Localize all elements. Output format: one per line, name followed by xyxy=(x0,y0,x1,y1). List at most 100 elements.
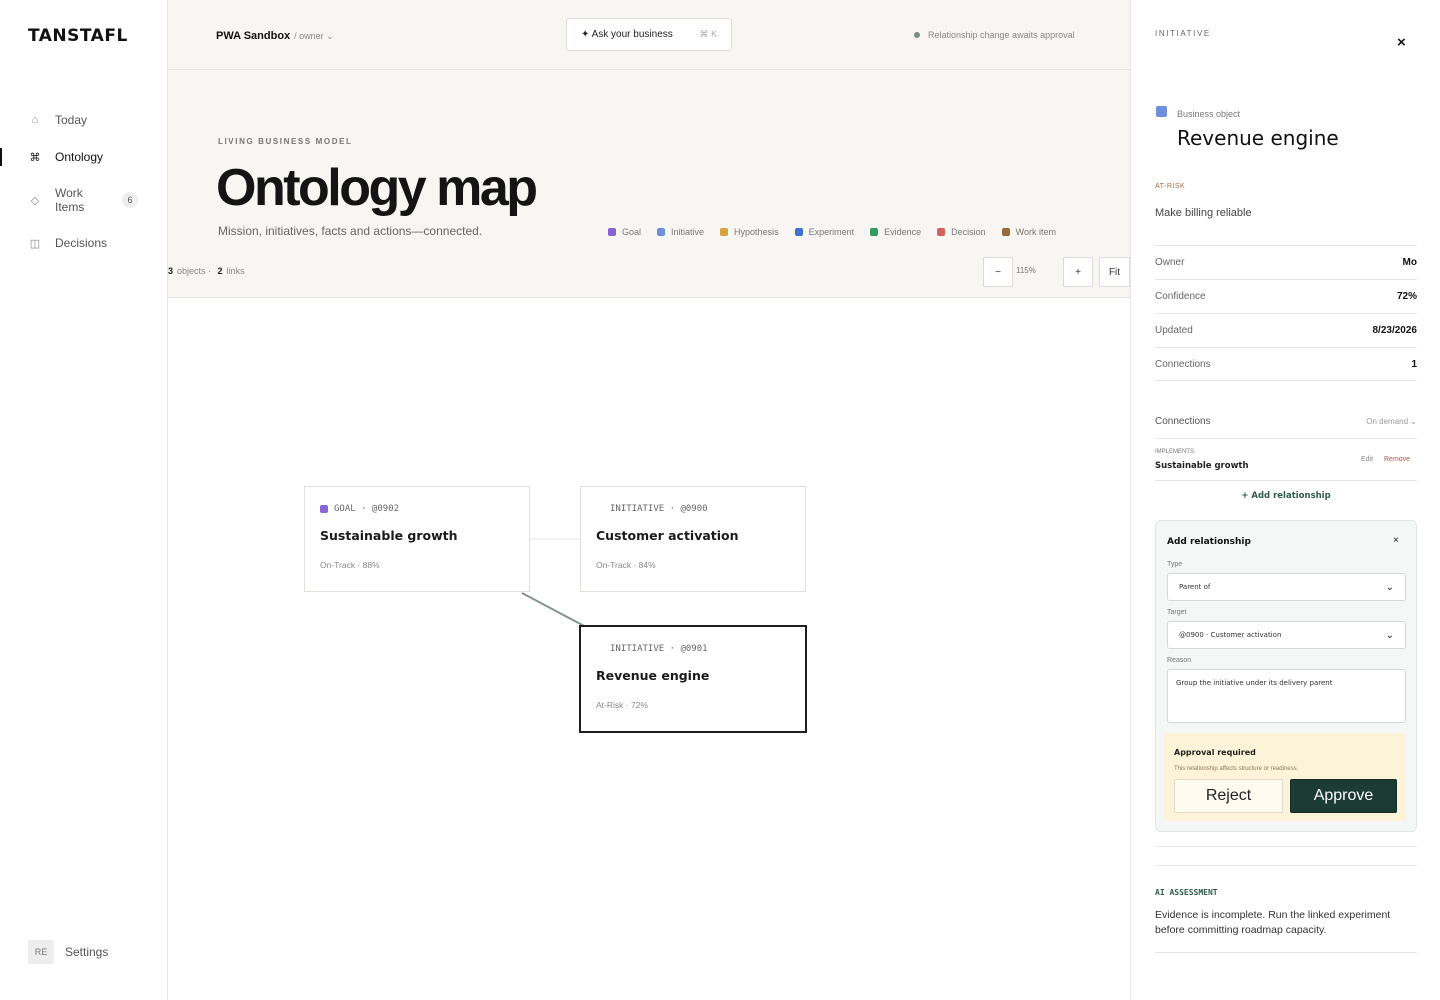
legend-item-initiative[interactable]: Initiative xyxy=(657,227,704,237)
keyboard-shortcut: ⌘ K xyxy=(699,29,717,39)
objects-count: 3 xyxy=(168,266,174,276)
relationship-type-select[interactable]: Parent of ⌄ xyxy=(1167,573,1406,601)
field-owner: Owner Mo xyxy=(1155,245,1417,279)
page-title: Ontology map xyxy=(216,159,538,217)
ai-assessment-text: Evidence is incomplete. Run the linked e… xyxy=(1155,909,1391,936)
command-icon: ⌘ xyxy=(29,151,41,164)
object-description: Make billing reliable xyxy=(1155,207,1252,219)
workspace-name: PWA Sandbox xyxy=(216,30,291,42)
relationship-target[interactable]: Sustainable growth xyxy=(1155,461,1249,471)
swatch-icon xyxy=(720,228,729,236)
links-count: 2 xyxy=(217,266,223,276)
edge-goal-to-revenue-engine[interactable] xyxy=(521,592,587,628)
node-revenue-engine[interactable]: INITIATIVE · @0901 Revenue engine At-Ris… xyxy=(579,625,807,733)
fit-button[interactable]: Fit xyxy=(1099,257,1130,287)
zoom-in-button[interactable]: + xyxy=(1063,257,1093,287)
sidebar-item-label: Work Items xyxy=(55,186,85,214)
settings-label: Settings xyxy=(65,945,109,959)
panel-kicker: INITIATIVE xyxy=(1155,29,1211,38)
status-text: Relationship change awaits approval xyxy=(928,30,1075,40)
workspace-switcher[interactable]: PWA Sandbox / owner ⌄ xyxy=(216,30,334,42)
close-form-button[interactable]: × xyxy=(1393,535,1399,546)
add-relationship-link[interactable]: + Add relationship xyxy=(1155,491,1417,501)
remove-relationship-button[interactable]: Remove xyxy=(1384,456,1410,463)
relationship-type: IMPLEMENTS xyxy=(1155,449,1195,455)
goal-swatch-icon xyxy=(320,505,328,513)
node-status: At-Risk · 72% xyxy=(596,700,648,710)
swatch-icon xyxy=(608,228,616,236)
node-title: Customer activation xyxy=(596,528,739,543)
page-subtitle: Mission, initiatives, facts and actions—… xyxy=(218,224,483,238)
field-confidence: Confidence 72% xyxy=(1155,279,1417,313)
connections-header: Connections On demand ⌄ xyxy=(1155,405,1417,439)
links-label: links xyxy=(226,266,245,276)
ask-business-button[interactable]: ✦ Ask your business ⌘ K xyxy=(566,18,732,51)
swatch-icon xyxy=(1001,228,1010,236)
connections-sort-dropdown[interactable]: On demand ⌄ xyxy=(1366,417,1417,426)
object-type-swatch-icon xyxy=(1156,106,1167,117)
ontology-canvas[interactable]: GOAL · @0902 Sustainable growth On-Track… xyxy=(168,297,1130,1000)
top-bar: PWA Sandbox / owner ⌄ ✦ Ask your business… xyxy=(168,0,1130,70)
legend-item-evidence[interactable]: Evidence xyxy=(870,227,921,237)
node-meta: INITIATIVE · @0901 xyxy=(596,644,708,654)
swatch-icon xyxy=(937,228,946,236)
node-customer-activation[interactable]: INITIATIVE · @0900 Customer activation O… xyxy=(580,486,806,592)
zoom-out-button[interactable]: − xyxy=(983,257,1013,287)
type-legend: Goal Initiative Hypothesis Experiment Ev… xyxy=(608,227,1072,237)
legend-item-work-item[interactable]: Work item xyxy=(1001,227,1056,237)
connections-label: Connections xyxy=(1155,416,1211,427)
node-title: Revenue engine xyxy=(596,668,710,683)
main-area: PWA Sandbox / owner ⌄ ✦ Ask your business… xyxy=(168,0,1130,1000)
reason-label: Reason xyxy=(1167,657,1192,664)
legend-item-experiment[interactable]: Experiment xyxy=(794,227,854,237)
swatch-icon xyxy=(870,228,879,236)
sidebar-item-today[interactable]: ⌂ Today xyxy=(28,113,87,127)
edit-relationship-button[interactable]: Edit xyxy=(1361,456,1373,463)
app-logo[interactable]: TANSTAFL xyxy=(28,26,128,46)
sidebar-item-ontology[interactable]: ⌘ Ontology xyxy=(28,150,104,164)
sidebar-item-work-items[interactable]: ◇ Work Items xyxy=(28,186,85,214)
target-label: Target xyxy=(1167,609,1187,616)
approve-button[interactable]: Approve xyxy=(1290,779,1397,813)
relationship-row: IMPLEMENTS Sustainable growth Edit Remov… xyxy=(1155,447,1417,481)
sidebar-item-decisions[interactable]: ◫ Decisions xyxy=(28,236,107,250)
legend-item-hypothesis[interactable]: Hypothesis xyxy=(720,227,779,237)
workspace-role: / owner ⌄ xyxy=(294,31,334,41)
legend-item-goal[interactable]: Goal xyxy=(608,227,641,237)
divider xyxy=(1155,846,1417,847)
type-label: Type xyxy=(1167,561,1183,568)
object-title: Revenue engine xyxy=(1177,126,1339,150)
add-relationship-form: Add relationship × Type Parent of ⌄ Targe… xyxy=(1155,520,1417,832)
reason-textarea[interactable]: Group the initiative under its delivery … xyxy=(1167,669,1406,723)
legend-item-decision[interactable]: Decision xyxy=(937,227,986,237)
ask-label: ✦ Ask your business xyxy=(581,29,673,40)
node-status: On-Track · 88% xyxy=(320,560,380,570)
objects-label: objects · xyxy=(177,266,212,276)
node-sustainable-growth[interactable]: GOAL · @0902 Sustainable growth On-Track… xyxy=(304,486,530,592)
settings-link[interactable]: RE Settings xyxy=(28,940,108,964)
divider xyxy=(1155,865,1417,866)
sidebar-item-label: Today xyxy=(55,113,88,127)
relationship-target-select[interactable]: @0900 · Customer activation ⌄ xyxy=(1167,621,1406,649)
status-dot-icon xyxy=(914,32,920,38)
field-updated: Updated 8/23/2026 xyxy=(1155,313,1417,347)
home-icon: ⌂ xyxy=(31,114,39,126)
book-icon: ◫ xyxy=(29,237,41,250)
object-type-label: Business object xyxy=(1177,109,1241,119)
field-connections: Connections 1 xyxy=(1155,347,1417,381)
detail-panel: INITIATIVE × Business object Revenue eng… xyxy=(1130,0,1440,1000)
close-panel-button[interactable]: × xyxy=(1397,34,1406,51)
node-meta: GOAL · @0902 xyxy=(320,504,399,514)
risk-badge: AT-RISK xyxy=(1155,183,1186,190)
avatar: RE xyxy=(28,940,54,964)
swatch-icon xyxy=(657,228,666,236)
form-title: Add relationship xyxy=(1167,537,1251,547)
initiative-swatch-icon xyxy=(596,645,604,653)
approval-title: Approval required xyxy=(1174,748,1256,757)
reject-button[interactable]: Reject xyxy=(1174,779,1283,813)
swatch-icon xyxy=(794,228,803,236)
graph-counts: 3 objects · 2 links xyxy=(168,266,245,276)
approval-description: This relationship affects structure or r… xyxy=(1174,766,1299,772)
chevron-down-icon: ⌄ xyxy=(1385,581,1394,593)
ai-assessment-kicker: AI ASSESSMENT xyxy=(1155,888,1218,897)
